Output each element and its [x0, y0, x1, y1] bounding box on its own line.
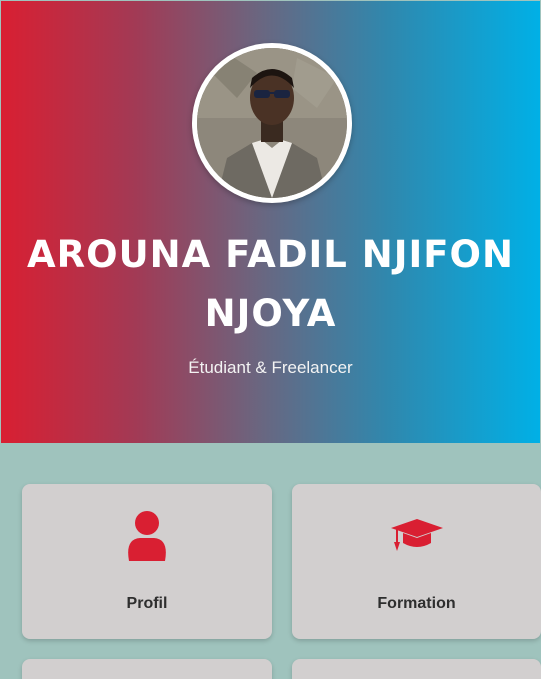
card-partial-left[interactable] — [22, 659, 272, 679]
graduation-cap-icon — [292, 510, 541, 562]
profile-photo — [197, 48, 347, 198]
profil-card[interactable]: Profil — [22, 484, 272, 639]
user-icon — [22, 510, 272, 562]
portfolio-page: AROUNA FADIL NJIFON NJOYA Étudiant & Fre… — [0, 0, 541, 679]
profile-header: AROUNA FADIL NJIFON NJOYA Étudiant & Fre… — [1, 1, 540, 443]
profile-name: AROUNA FADIL NJIFON NJOYA — [1, 227, 540, 342]
card-partial-right[interactable] — [292, 659, 541, 679]
profile-photo-illustration — [197, 48, 347, 198]
avatar — [192, 43, 352, 203]
profil-card-label: Profil — [126, 595, 168, 612]
formation-card[interactable]: Formation — [292, 484, 541, 639]
formation-card-label: Formation — [377, 595, 456, 612]
profile-name-line1: AROUNA FADIL NJIFON — [27, 233, 514, 276]
profile-subtitle: Étudiant & Freelancer — [188, 358, 353, 377]
profile-name-line2: NJOYA — [204, 292, 337, 335]
